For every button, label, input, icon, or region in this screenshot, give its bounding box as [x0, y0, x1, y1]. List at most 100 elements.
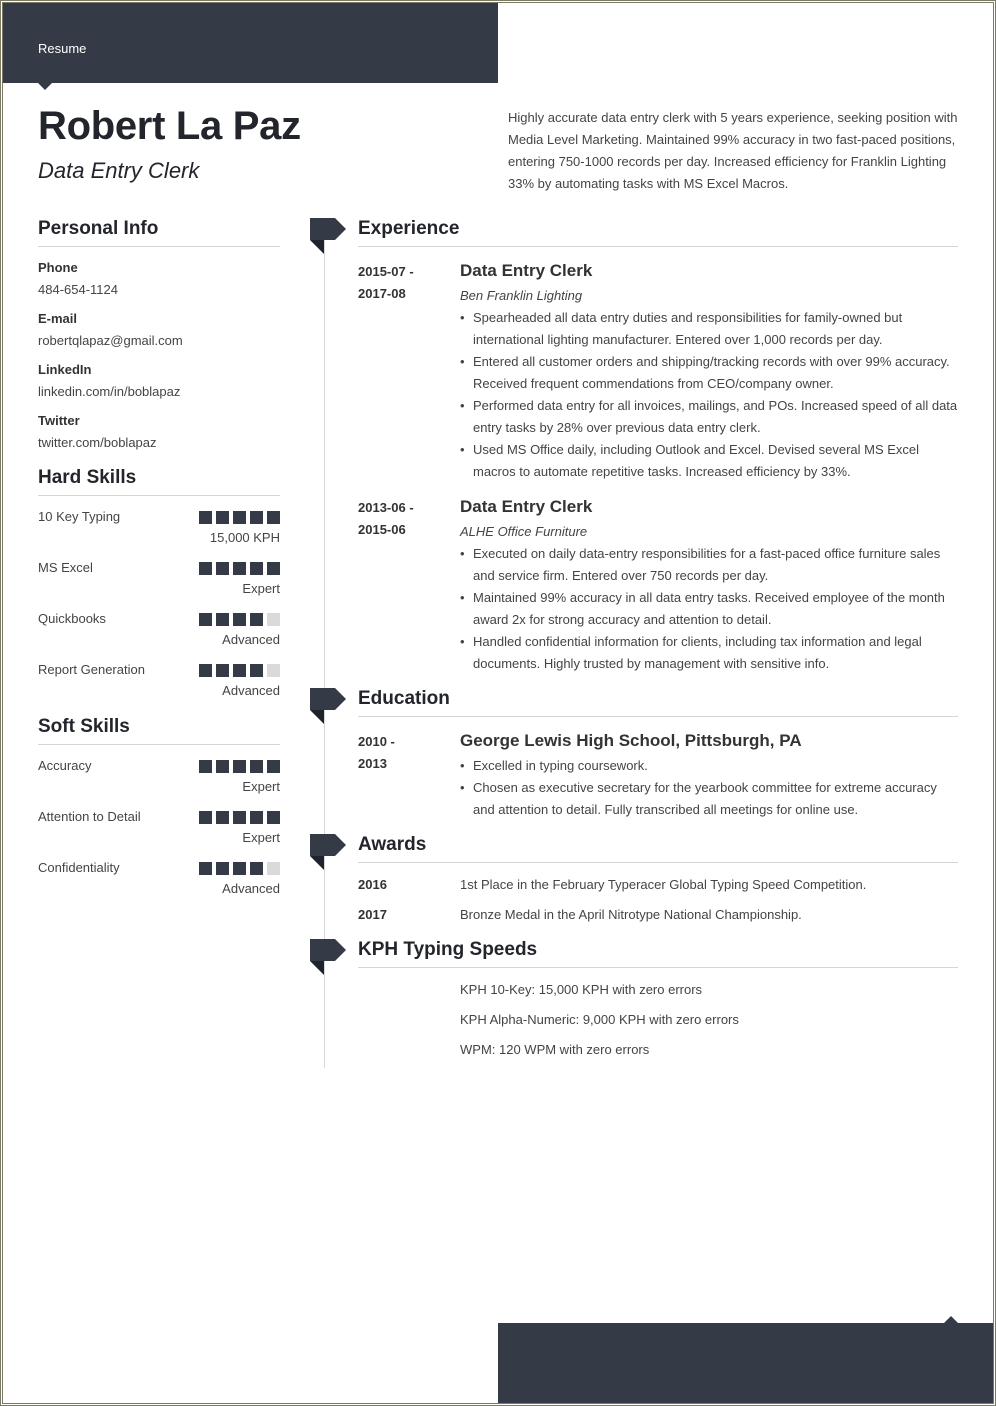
- skill-level: Advanced: [222, 881, 280, 896]
- entry-body: George Lewis High School, Pittsburgh, PA…: [460, 730, 958, 821]
- skill-rating: [199, 562, 280, 575]
- skill-name: MS Excel: [38, 560, 93, 575]
- typing-speeds-section: KPH Typing Speeds KPH 10-Key: 15,000 KPH…: [310, 939, 958, 1058]
- rating-square-filled: [199, 511, 212, 524]
- rating-square-filled: [250, 811, 263, 824]
- skill-name: Confidentiality: [38, 860, 120, 875]
- rating-square-filled: [216, 760, 229, 773]
- skill-rating: [199, 511, 280, 524]
- entry-dates: 2010 - 2013: [358, 730, 460, 821]
- rating-square-filled: [216, 613, 229, 626]
- rating-square-filled: [216, 511, 229, 524]
- date-end: 2017-08: [358, 286, 406, 301]
- skill-rating: [199, 811, 280, 824]
- skill-row: 10 Key Typing 15,000 KPH: [38, 496, 280, 547]
- rating-square-filled: [216, 862, 229, 875]
- info-email: E-mail robertqlapaz@gmail.com: [38, 311, 280, 349]
- bullet-item: Spearheaded all data entry duties and re…: [460, 307, 958, 351]
- entry-title: Data Entry Clerk: [460, 261, 593, 280]
- rating-square-filled: [250, 664, 263, 677]
- personal-info-section: Personal Info Phone 484-654-1124 E-mail …: [38, 218, 280, 451]
- timeline-entry: 2013-06 - 2015-06 Data Entry Clerk ALHE Off…: [358, 496, 958, 675]
- section-heading-soft-skills: Soft Skills: [38, 716, 280, 745]
- rating-square-filled: [233, 664, 246, 677]
- timeline-entry: 2010 - 2013 George Lewis High School, Pitt…: [358, 730, 958, 821]
- skill-rating: [199, 862, 280, 875]
- awards-section: Awards 2016 1st Place in the February Ty…: [310, 834, 958, 923]
- twitter-value: twitter.com/boblapaz: [38, 435, 157, 450]
- rating-square-filled: [250, 511, 263, 524]
- skill-rating: [199, 613, 280, 626]
- date-end: 2015-06: [358, 522, 406, 537]
- rating-square-filled: [199, 562, 212, 575]
- skill-row: Report Generation Advanced: [38, 649, 280, 700]
- entry-body: Data Entry Clerk ALHE Office Furniture Exe…: [460, 496, 958, 675]
- entry-body: Data Entry Clerk Ben Franklin Lighting Spe…: [460, 260, 958, 483]
- rating-square-filled: [216, 811, 229, 824]
- speed-item: KPH Alpha-Numeric: 9,000 KPH with zero e…: [460, 1012, 739, 1027]
- soft-skills-section: Soft Skills Accuracy Expert Attention to D…: [38, 716, 280, 898]
- rating-square-filled: [267, 511, 280, 524]
- date-start: 2010 -: [358, 734, 395, 749]
- skill-row: Attention to Detail Expert: [38, 796, 280, 847]
- hard-skills-section: Hard Skills 10 Key Typing 15,000 KPH MS Ex…: [38, 467, 280, 700]
- bullet-item: Performed data entry for all invoices, m…: [460, 395, 958, 439]
- rating-square-filled: [199, 760, 212, 773]
- experience-section: Experience 2015-07 - 2017-08 Data Entry Cl…: [310, 218, 958, 675]
- skill-level: Advanced: [222, 632, 280, 647]
- bullet-item: Entered all customer orders and shipping…: [460, 351, 958, 395]
- award-text: Bronze Medal in the April Nitrotype Nati…: [460, 907, 802, 922]
- bullet-item: Handled confidential information for cli…: [460, 631, 958, 675]
- rating-square-filled: [199, 613, 212, 626]
- rating-square-filled: [250, 562, 263, 575]
- rating-square-empty: [267, 613, 280, 626]
- banner-notch: [38, 83, 52, 90]
- phone-value: 484-654-1124: [38, 282, 118, 297]
- rating-square-filled: [233, 562, 246, 575]
- section-heading-education: Education: [358, 688, 958, 717]
- rating-square-filled: [233, 862, 246, 875]
- bullet-item: Chosen as executive secretary for the ye…: [460, 777, 958, 821]
- rating-square-filled: [216, 562, 229, 575]
- skill-row: Confidentiality Advanced: [38, 847, 280, 898]
- section-heading-typing-speeds: KPH Typing Speeds: [358, 939, 958, 968]
- skill-level: Expert: [242, 779, 280, 794]
- skill-rating: [199, 760, 280, 773]
- header-banner: Resume: [3, 3, 498, 90]
- info-linkedin: LinkedIn linkedin.com/in/boblapaz: [38, 362, 280, 400]
- section-heading-experience: Experience: [358, 218, 958, 247]
- entry-dates: 2015-07 - 2017-08: [358, 260, 460, 483]
- rating-square-filled: [267, 811, 280, 824]
- rating-square-filled: [250, 862, 263, 875]
- skill-level: Advanced: [222, 683, 280, 698]
- skill-name: Attention to Detail: [38, 809, 141, 824]
- entry-bullets: Executed on daily data-entry responsibil…: [460, 543, 958, 675]
- candidate-title: Data Entry Clerk: [38, 158, 200, 183]
- entry-company: ALHE Office Furniture: [460, 524, 588, 539]
- entry-company: Ben Franklin Lighting: [460, 288, 583, 303]
- candidate-name: Robert La Paz: [38, 104, 301, 148]
- banner-notch: [944, 1316, 958, 1323]
- rating-square-filled: [216, 664, 229, 677]
- date-start: 2013-06 -: [358, 500, 414, 515]
- skill-name: Quickbooks: [38, 611, 106, 626]
- right-column: Experience 2015-07 - 2017-08 Data Entry Cl…: [310, 218, 958, 1058]
- bullet-item: Executed on daily data-entry responsibil…: [460, 543, 958, 587]
- award-item: 2017 Bronze Medal in the April Nitrotype…: [358, 907, 958, 923]
- rating-square-filled: [199, 811, 212, 824]
- section-flag-icon: [310, 218, 346, 254]
- award-item: 2016 1st Place in the February Typeracer…: [358, 877, 958, 893]
- education-section: Education 2010 - 2013 George Lewis High Sc…: [310, 688, 958, 821]
- entry-bullets: Spearheaded all data entry duties and re…: [460, 307, 958, 483]
- skill-row: MS Excel Expert: [38, 547, 280, 598]
- rating-square-filled: [267, 562, 280, 575]
- info-twitter: Twitter twitter.com/boblapaz: [38, 413, 280, 451]
- entry-title: George Lewis High School, Pittsburgh, PA: [460, 731, 802, 750]
- skill-name: 10 Key Typing: [38, 509, 121, 524]
- date-start: 2015-07 -: [358, 264, 414, 279]
- timeline-entry: 2015-07 - 2017-08 Data Entry Clerk Ben Fran…: [358, 260, 958, 483]
- date-end: 2013: [358, 756, 387, 771]
- entry-dates: 2013-06 - 2015-06: [358, 496, 460, 675]
- skill-level: Expert: [242, 581, 280, 596]
- section-flag-icon: [310, 834, 346, 870]
